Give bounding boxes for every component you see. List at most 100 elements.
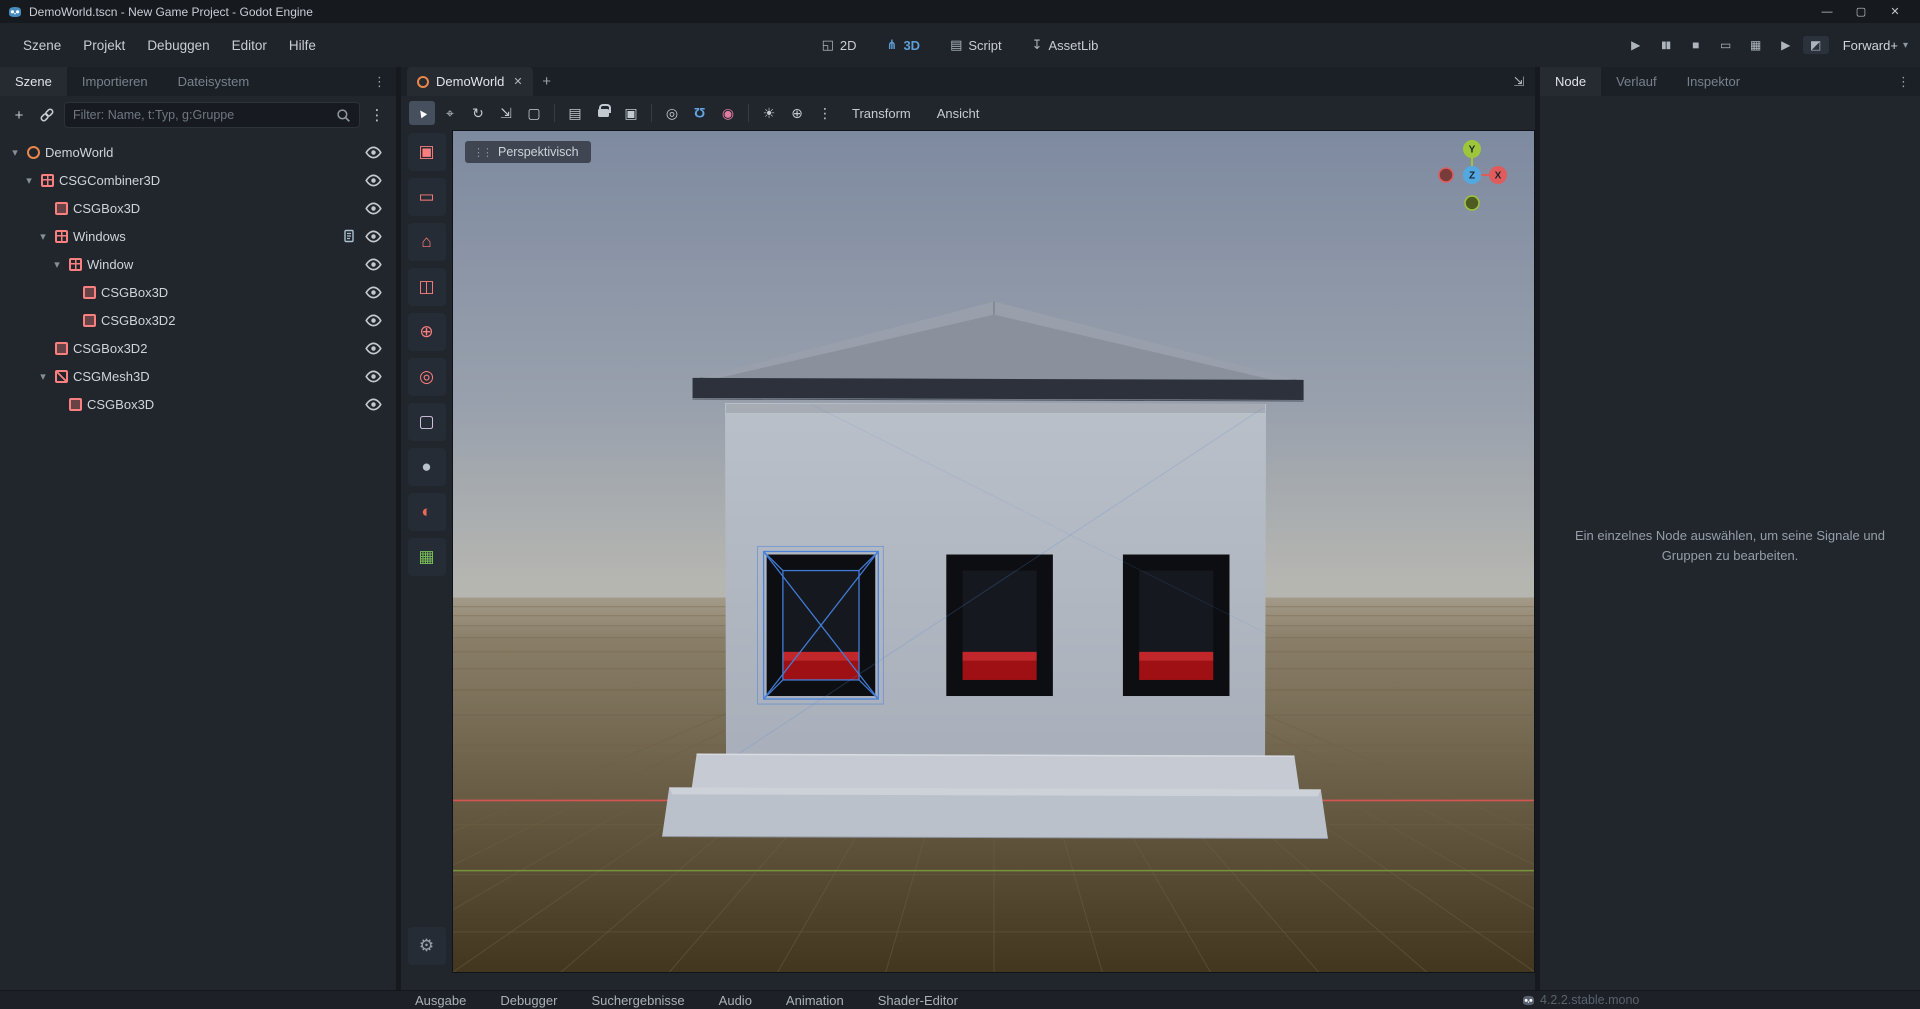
bottom-tab-ausgabe[interactable]: Ausgabe: [415, 993, 466, 1008]
bottom-tab-shader-editor[interactable]: Shader-Editor: [878, 993, 958, 1008]
group-button[interactable]: ▣: [618, 101, 644, 125]
script-icon[interactable]: [342, 229, 356, 243]
tree-row-demoworld[interactable]: ▾ DemoWorld: [0, 138, 396, 166]
minimize-button[interactable]: —: [1810, 6, 1844, 18]
tree-row-csgbox3d[interactable]: CSGBox3D: [0, 390, 396, 418]
pause-button[interactable]: ▮▮: [1653, 40, 1679, 51]
axis-neg-y-icon[interactable]: [1465, 196, 1479, 210]
tab-inspektor[interactable]: Inspektor: [1672, 67, 1755, 96]
bottom-tab-animation[interactable]: Animation: [786, 993, 844, 1008]
visibility-eye-icon[interactable]: [365, 146, 382, 159]
view-axis-gizmo[interactable]: Y X Z: [1410, 137, 1520, 221]
list-select-tool-button[interactable]: ▢: [521, 101, 547, 125]
capsule-tool[interactable]: ▢: [408, 403, 446, 441]
movie-maker-toggle[interactable]: ◩: [1803, 36, 1829, 54]
gridmap-tool[interactable]: ▦: [408, 538, 446, 576]
scene-filter-input[interactable]: [73, 108, 336, 122]
axis-neg-x-icon[interactable]: [1439, 168, 1453, 182]
tree-row-csgbox3d2[interactable]: CSGBox3D2: [0, 306, 396, 334]
menu-editor[interactable]: Editor: [221, 32, 278, 59]
scene-tree-menu-icon[interactable]: ⋮: [366, 106, 388, 124]
camera-preview-button[interactable]: ◉: [715, 101, 741, 125]
tree-row-csgbox3d2[interactable]: CSGBox3D2: [0, 334, 396, 362]
move-tool-button[interactable]: ⌖: [437, 101, 463, 125]
csg-polygon-tool[interactable]: ⌂: [408, 223, 446, 261]
renderer-dropdown[interactable]: Forward+ ▾: [1843, 38, 1908, 53]
mode-3d-button[interactable]: ⋔ 3D: [877, 32, 931, 58]
expand-arrow-icon[interactable]: ▾: [8, 146, 22, 159]
visibility-eye-icon[interactable]: [365, 230, 382, 243]
scene-tab-demoworld[interactable]: DemoWorld ✕: [407, 67, 533, 96]
select-tool-button[interactable]: ▲: [409, 101, 435, 125]
instance-scene-button[interactable]: [36, 107, 58, 123]
visibility-eye-icon[interactable]: [365, 398, 382, 411]
dock-menu-icon[interactable]: ⋮: [1887, 67, 1920, 96]
expand-arrow-icon[interactable]: ▾: [22, 174, 36, 187]
environment-settings-button[interactable]: ⊕: [784, 101, 810, 125]
remote-debug-button[interactable]: ▭: [1713, 38, 1739, 52]
close-tab-icon[interactable]: ✕: [511, 75, 522, 88]
projection-dropdown[interactable]: ⋮⋮ Perspektivisch: [465, 141, 591, 163]
menu-debuggen[interactable]: Debuggen: [136, 32, 220, 59]
close-window-button[interactable]: ✕: [1878, 5, 1912, 18]
lock-button[interactable]: [590, 101, 616, 125]
add-node-button[interactable]: +: [8, 107, 30, 124]
3d-viewport[interactable]: ⋮⋮ Perspektivisch Y X Z: [452, 130, 1535, 973]
viewport-more-icon[interactable]: ⋮: [812, 101, 838, 125]
expand-arrow-icon[interactable]: ▾: [36, 370, 50, 383]
snap-toggle[interactable]: Ω: [687, 101, 713, 125]
stop-button[interactable]: ■: [1683, 38, 1709, 52]
csg-box-tool[interactable]: ▣: [408, 133, 446, 171]
csg-cylinder-tool[interactable]: ▭: [408, 178, 446, 216]
visibility-eye-icon[interactable]: [365, 342, 382, 355]
transform-menu[interactable]: Transform: [840, 106, 923, 121]
play-custom-scene-button[interactable]: ▶: [1773, 38, 1799, 52]
csg-mesh-tool[interactable]: ◫: [408, 268, 446, 306]
tab-verlauf[interactable]: Verlauf: [1601, 67, 1671, 96]
expand-arrow-icon[interactable]: ▾: [36, 230, 50, 243]
tab-dateisystem[interactable]: Dateisystem: [163, 67, 265, 96]
menu-szene[interactable]: Szene: [12, 32, 72, 59]
tree-row-windows[interactable]: ▾ Windows: [0, 222, 396, 250]
visibility-eye-icon[interactable]: [365, 258, 382, 271]
visibility-eye-icon[interactable]: [365, 370, 382, 383]
tree-row-window[interactable]: ▾ Window: [0, 250, 396, 278]
visibility-eye-icon[interactable]: [365, 174, 382, 187]
menu-projekt[interactable]: Projekt: [72, 32, 136, 59]
maximize-button[interactable]: ▢: [1844, 5, 1878, 18]
expand-viewport-icon[interactable]: ⇲: [1503, 67, 1535, 96]
reflection-probe-tool[interactable]: ●: [408, 448, 446, 486]
new-scene-tab-button[interactable]: +: [533, 67, 561, 96]
mode-assetlib-button[interactable]: ↧ AssetLib: [1022, 32, 1109, 58]
scale-tool-button[interactable]: ⇲: [493, 101, 519, 125]
tab-node[interactable]: Node: [1540, 67, 1601, 96]
rail-settings-gear-icon[interactable]: ⚙: [408, 927, 446, 965]
tree-row-csgmesh3d[interactable]: ▾ CSGMesh3D: [0, 362, 396, 390]
ruler-tool-button[interactable]: ▤: [562, 101, 588, 125]
tab-importieren[interactable]: Importieren: [67, 67, 163, 96]
play-scene-button[interactable]: ▦: [1743, 38, 1769, 52]
bottom-tab-suchergebnisse[interactable]: Suchergebnisse: [591, 993, 684, 1008]
play-button[interactable]: ▶: [1623, 38, 1649, 52]
tab-szene[interactable]: Szene: [0, 67, 67, 96]
local-space-toggle[interactable]: ◎: [659, 101, 685, 125]
sun-settings-button[interactable]: ☀: [756, 101, 782, 125]
expand-arrow-icon[interactable]: ▾: [50, 258, 64, 271]
tree-row-csgcombiner3d[interactable]: ▾ CSGCombiner3D: [0, 166, 396, 194]
tree-row-csgbox3d[interactable]: CSGBox3D: [0, 194, 396, 222]
csg-sphere-tool[interactable]: ⊕: [408, 313, 446, 351]
mode-2d-button[interactable]: ◱ 2D: [812, 32, 867, 58]
visibility-eye-icon[interactable]: [365, 314, 382, 327]
tree-row-csgbox3d[interactable]: CSGBox3D: [0, 278, 396, 306]
view-menu[interactable]: Ansicht: [925, 106, 992, 121]
dock-menu-icon[interactable]: ⋮: [363, 67, 396, 96]
3d-viewport-canvas[interactable]: [453, 131, 1534, 972]
visibility-eye-icon[interactable]: [365, 286, 382, 299]
csg-torus-tool[interactable]: ◎: [408, 358, 446, 396]
bottom-tab-audio[interactable]: Audio: [719, 993, 752, 1008]
visibility-eye-icon[interactable]: [365, 202, 382, 215]
menu-hilfe[interactable]: Hilfe: [278, 32, 327, 59]
mode-script-button[interactable]: ▤ Script: [940, 32, 1012, 58]
rotate-tool-button[interactable]: ↻: [465, 101, 491, 125]
light-tool[interactable]: ◐: [408, 493, 446, 531]
